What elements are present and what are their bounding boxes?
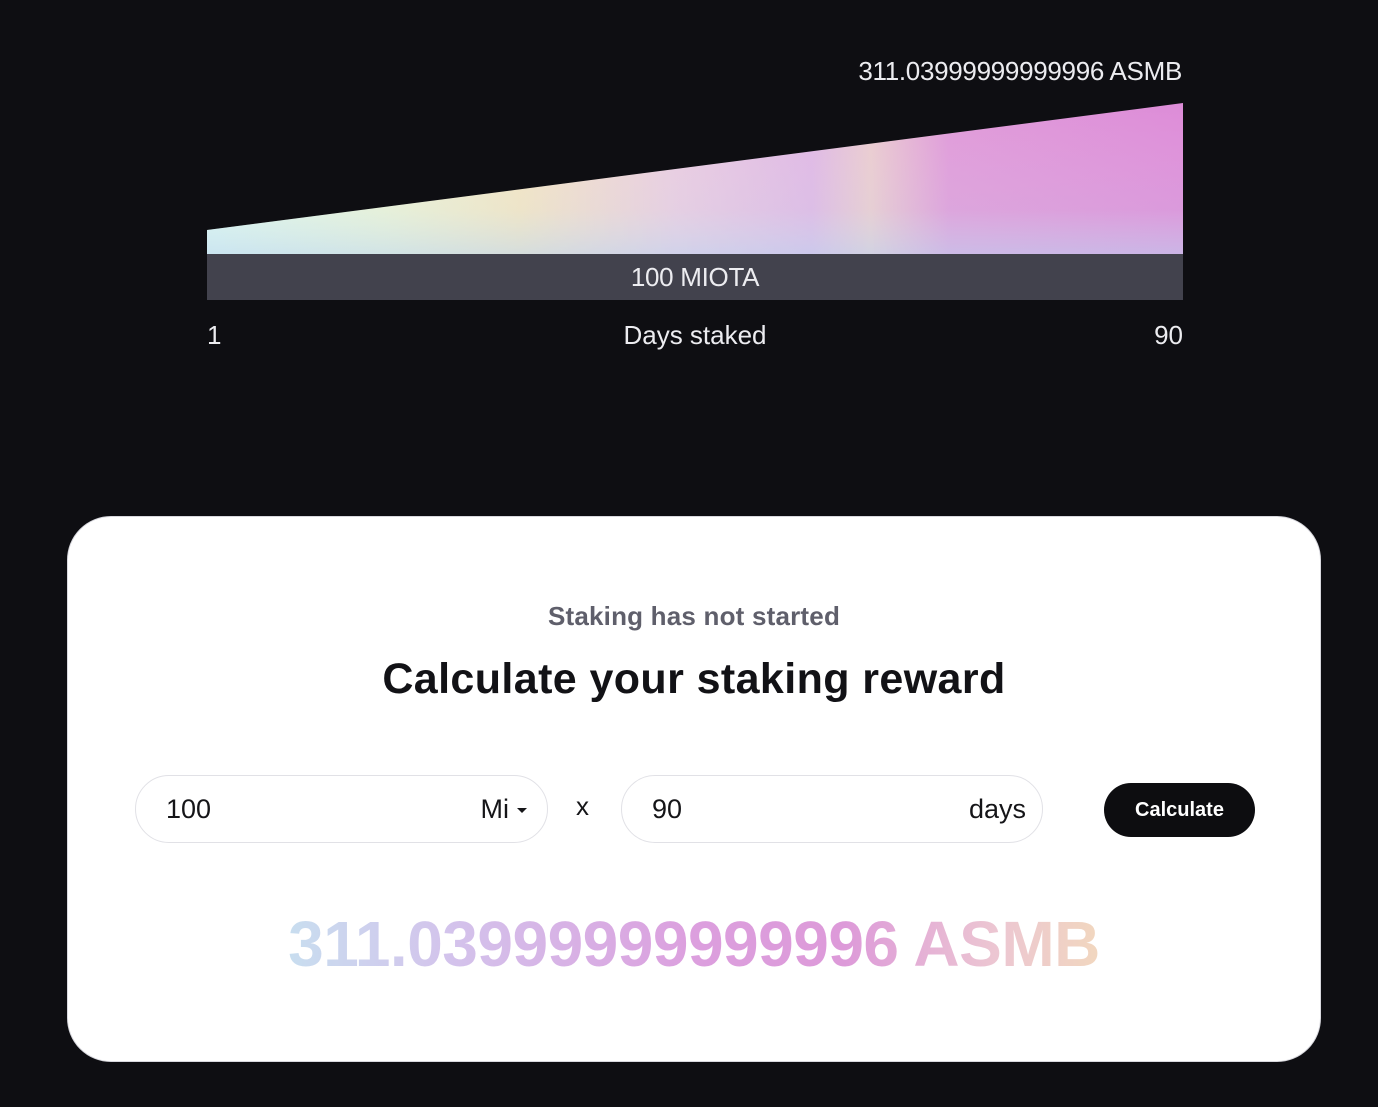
reward-value-label: 311.03999999999996 ASMB: [858, 56, 1182, 86]
unit-dropdown[interactable]: Mi: [481, 794, 548, 825]
staking-status: Staking has not started: [547, 601, 841, 631]
days-axis: 1 Days staked 90: [207, 320, 1183, 354]
staked-amount-label: 100 MIOTA: [630, 261, 760, 292]
days-field: days: [621, 775, 1043, 843]
chevron-down-icon: [517, 807, 527, 813]
page-title: Calculate your staking reward: [382, 655, 1006, 703]
multiply-symbol: x: [576, 791, 589, 821]
staked-amount-bar: 100 MIOTA: [207, 254, 1183, 300]
reward-result: 311.03999999999996 ASMB: [68, 907, 1320, 981]
staking-calculator-card: Staking has not started Calculate your s…: [67, 516, 1321, 1062]
axis-title: Days staked: [623, 320, 767, 350]
amount-input[interactable]: [136, 792, 481, 826]
reward-area-shade: [207, 103, 1183, 255]
days-input[interactable]: [622, 792, 969, 826]
days-unit-label: days: [968, 793, 1026, 824]
calculate-button[interactable]: Calculate: [1104, 783, 1255, 837]
reward-growth-area: [207, 103, 1183, 255]
amount-field: Mi: [135, 775, 548, 843]
unit-dropdown-value: Mi: [480, 793, 510, 824]
axis-end-label: 90: [1154, 320, 1183, 350]
